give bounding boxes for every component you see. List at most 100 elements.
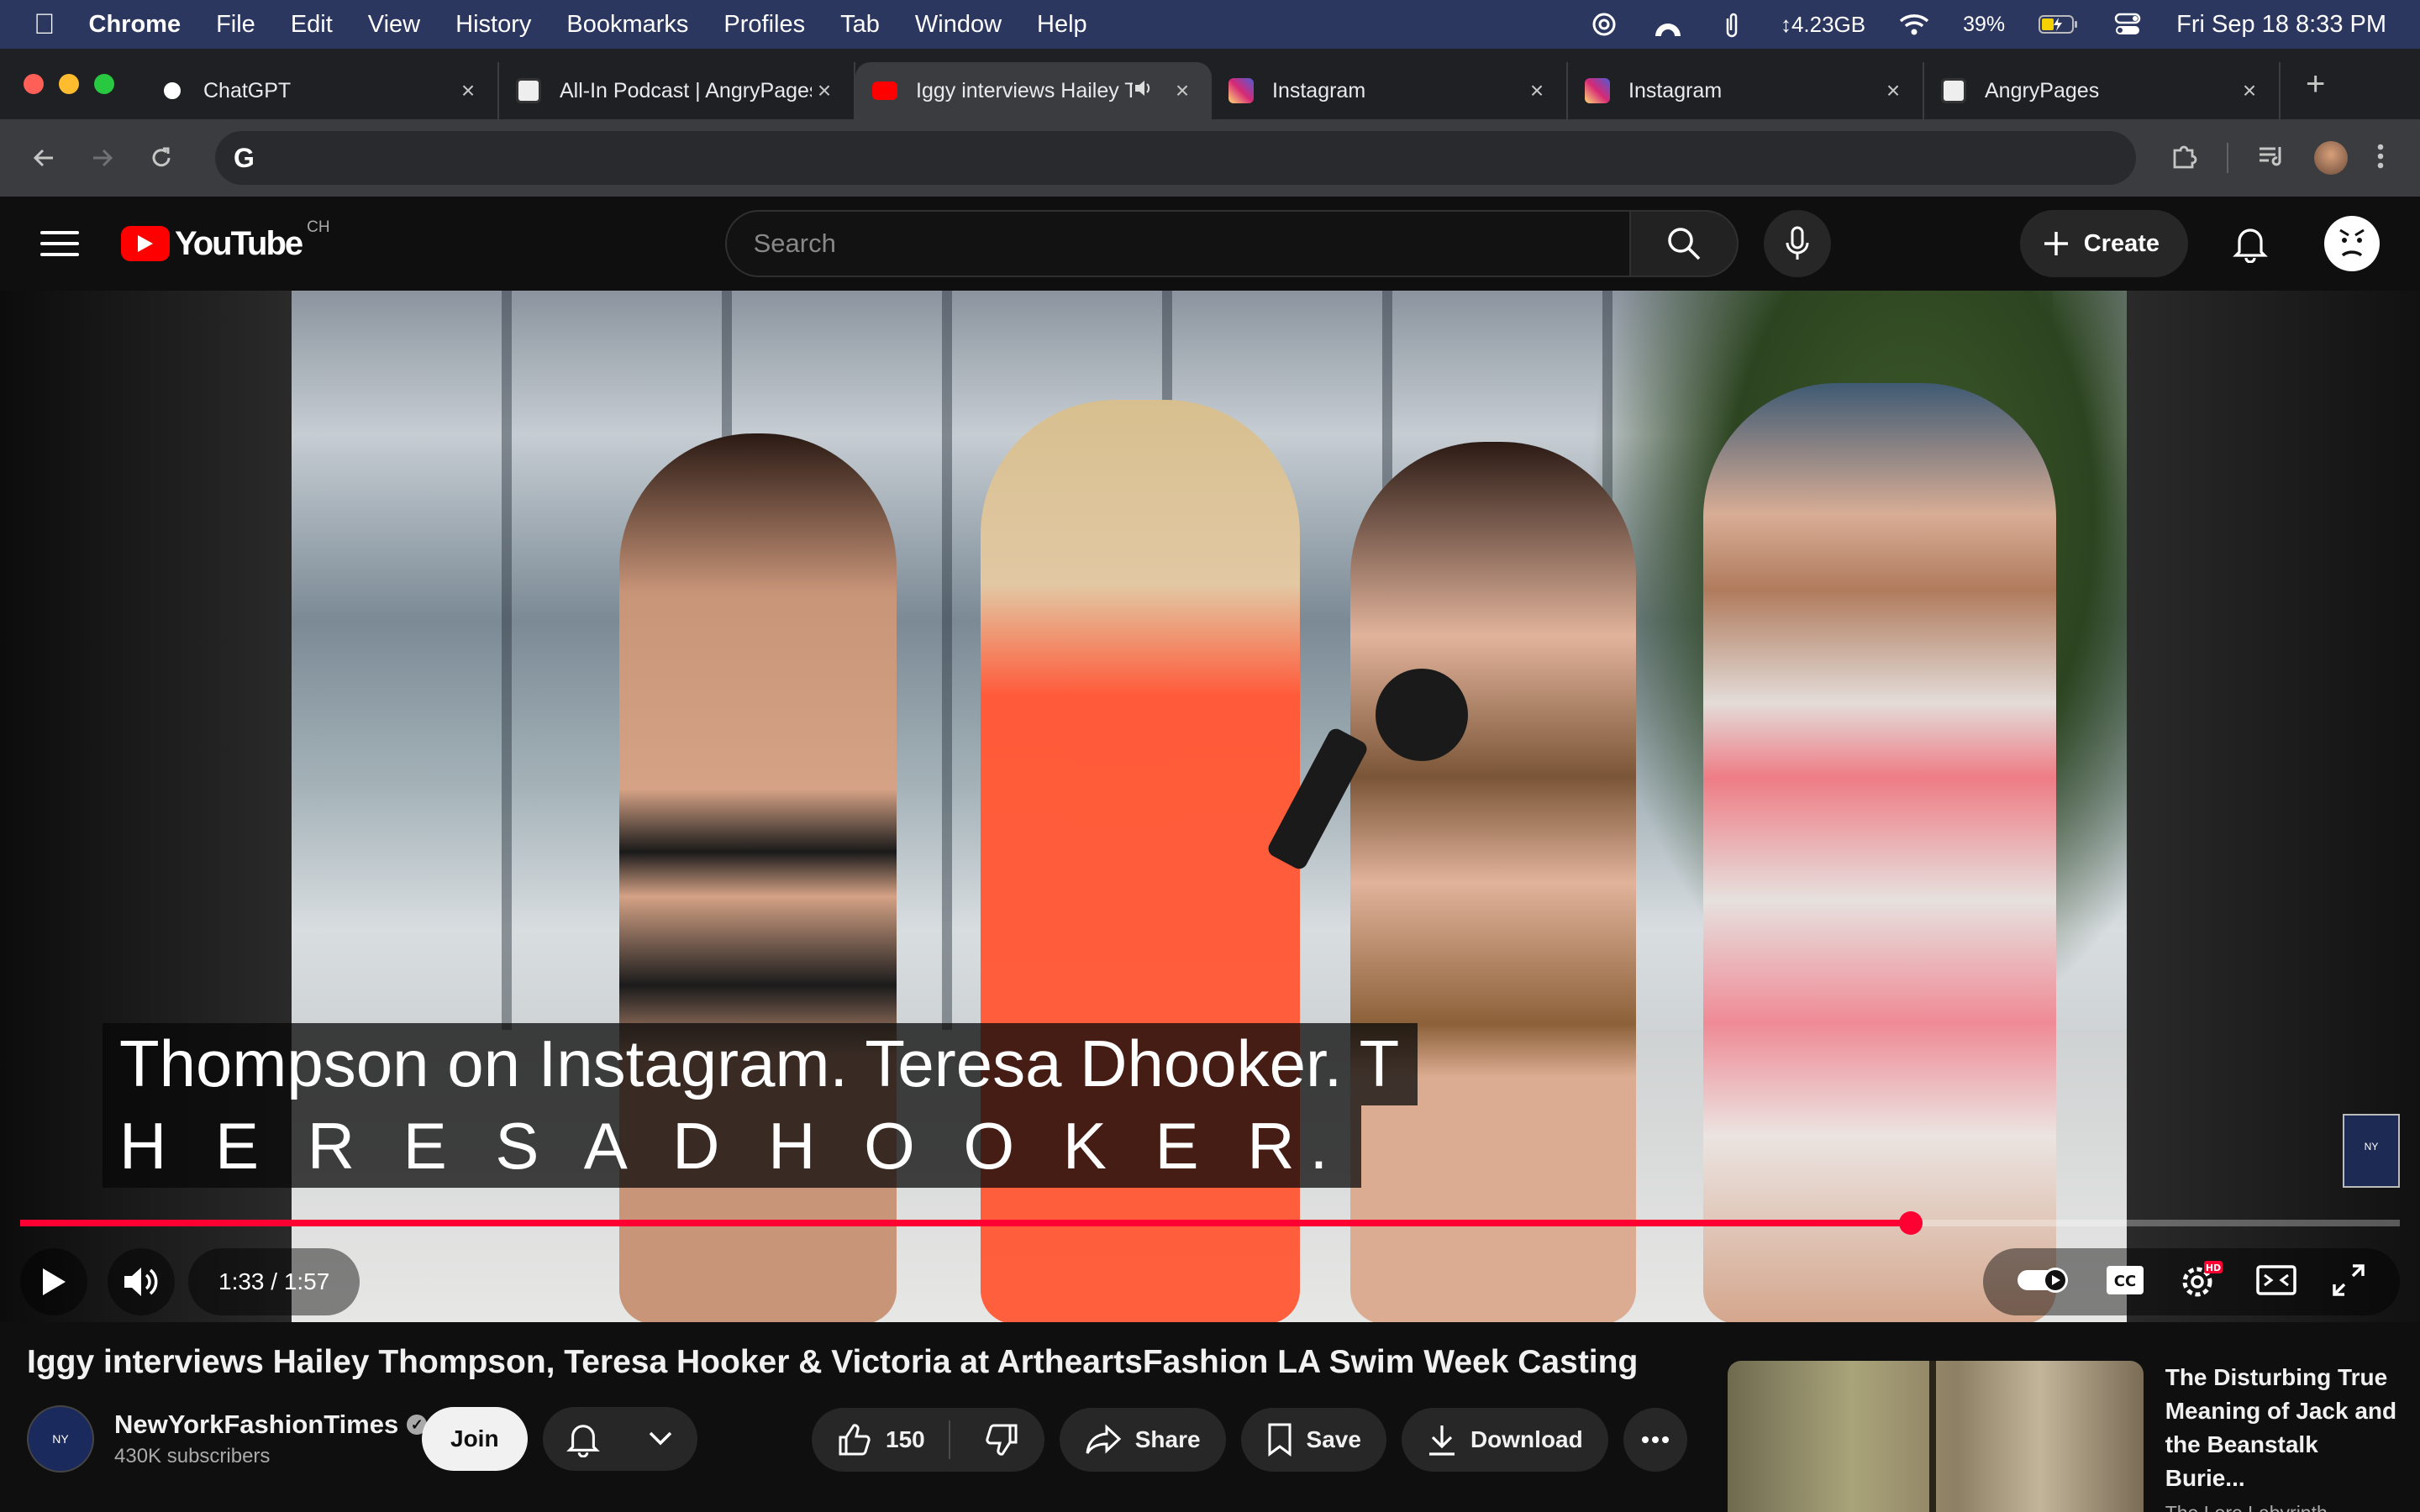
reload-icon[interactable] bbox=[139, 136, 183, 180]
menu-app-name[interactable]: Chrome bbox=[89, 11, 182, 39]
search-input[interactable] bbox=[753, 228, 1629, 259]
subscription-bell-button[interactable] bbox=[542, 1407, 697, 1471]
scrubber-handle[interactable] bbox=[1899, 1211, 1923, 1235]
arc-status-icon[interactable] bbox=[1653, 9, 1683, 39]
chrome-menu-kebab-icon[interactable] bbox=[2376, 143, 2385, 174]
tab-youtube-video[interactable]: Iggy interviews Hailey Thompson × bbox=[855, 62, 1212, 119]
back-arrow-icon[interactable] bbox=[22, 136, 66, 180]
time-display: 1:33 / 1:57 bbox=[188, 1248, 360, 1315]
new-tab-plus-icon[interactable]: + bbox=[2306, 66, 2325, 103]
control-center-icon[interactable] bbox=[2112, 9, 2143, 39]
angrypages-icon bbox=[1941, 78, 1966, 103]
instagram-icon bbox=[1228, 78, 1254, 103]
fullscreen-icon[interactable] bbox=[2331, 1263, 2366, 1302]
volume-icon bbox=[124, 1268, 158, 1296]
search-icon bbox=[1667, 228, 1700, 260]
menu-bookmarks[interactable]: Bookmarks bbox=[566, 11, 688, 39]
tab-angrypages[interactable]: AngryPages × bbox=[1924, 62, 2281, 119]
dislike-button[interactable] bbox=[964, 1422, 1044, 1457]
chatgpt-status-icon[interactable] bbox=[1589, 9, 1619, 39]
mute-button[interactable] bbox=[108, 1248, 175, 1315]
create-button[interactable]: Create bbox=[2019, 210, 2188, 277]
menu-help[interactable]: Help bbox=[1037, 11, 1087, 39]
close-tab-icon[interactable]: × bbox=[812, 77, 837, 104]
menu-history[interactable]: History bbox=[455, 11, 531, 39]
settings-gear-icon[interactable]: HD bbox=[2179, 1260, 2223, 1305]
close-tab-icon[interactable]: × bbox=[1881, 77, 1906, 104]
suggested-video-title[interactable]: The Disturbing True Meaning of Jack and … bbox=[2165, 1361, 2400, 1495]
minimize-window-button[interactable] bbox=[59, 74, 79, 94]
download-label: Download bbox=[1470, 1426, 1583, 1452]
menu-window[interactable]: Window bbox=[915, 11, 1002, 39]
video-microphone bbox=[1376, 669, 1468, 761]
video-player[interactable]: Thompson on Instagram. Teresa Dhooker. T… bbox=[0, 291, 2420, 1322]
tab-list: ChatGPT × All-In Podcast | AngryPages × … bbox=[143, 49, 2281, 119]
extensions-puzzle-icon[interactable] bbox=[2170, 142, 2198, 175]
notifications-button[interactable] bbox=[2225, 218, 2275, 269]
tab-all-in-podcast[interactable]: All-In Podcast | AngryPages × bbox=[499, 62, 855, 119]
channel-avatar[interactable]: NY bbox=[27, 1405, 94, 1473]
voice-search-button[interactable] bbox=[1763, 210, 1831, 277]
account-avatar[interactable] bbox=[2324, 216, 2380, 271]
zoom-window-button[interactable] bbox=[94, 74, 114, 94]
progress-played bbox=[20, 1220, 1912, 1226]
profile-avatar[interactable] bbox=[2314, 141, 2348, 175]
tab-instagram-2[interactable]: Instagram × bbox=[1568, 62, 1924, 119]
bookmark-icon bbox=[1268, 1423, 1292, 1457]
close-tab-icon[interactable]: × bbox=[1524, 77, 1549, 104]
tab-instagram-1[interactable]: Instagram × bbox=[1212, 62, 1568, 119]
more-actions-button[interactable] bbox=[1623, 1408, 1687, 1472]
like-button[interactable]: 150 bbox=[812, 1420, 950, 1459]
player-right-controls: CC HD bbox=[1983, 1248, 2400, 1315]
miniplayer-icon[interactable] bbox=[2256, 1263, 2297, 1301]
forward-arrow-icon[interactable] bbox=[81, 136, 124, 180]
search-bar bbox=[724, 210, 1831, 277]
tab-title: Instagram bbox=[1272, 78, 1366, 102]
close-tab-icon[interactable]: × bbox=[1170, 77, 1195, 104]
close-tab-icon[interactable]: × bbox=[2237, 77, 2262, 104]
autoplay-toggle-icon[interactable] bbox=[2017, 1266, 2070, 1299]
download-button[interactable]: Download bbox=[1401, 1408, 1608, 1472]
paperclip-icon[interactable] bbox=[1717, 9, 1747, 39]
subtitles-cc-icon[interactable]: CC bbox=[2105, 1264, 2145, 1300]
progress-bar[interactable] bbox=[20, 1211, 2400, 1235]
share-arrow-icon bbox=[1086, 1424, 1121, 1454]
memory-readout[interactable]: ↕4.23GB bbox=[1781, 12, 1865, 38]
join-button[interactable]: Join bbox=[422, 1407, 528, 1471]
tab-chatgpt[interactable]: ChatGPT × bbox=[143, 62, 499, 119]
address-bar[interactable]: G bbox=[215, 131, 2136, 185]
search-button[interactable] bbox=[1630, 210, 1739, 277]
close-window-button[interactable] bbox=[24, 74, 44, 94]
chrome-toolbar: G bbox=[0, 119, 2420, 197]
suggested-video-thumbnail[interactable] bbox=[1728, 1361, 2144, 1512]
menu-bar-clock[interactable]: Fri Sep 18 8:33 PM bbox=[2176, 11, 2386, 39]
share-button[interactable]: Share bbox=[1059, 1408, 1226, 1472]
play-button[interactable] bbox=[20, 1248, 87, 1315]
menu-edit[interactable]: Edit bbox=[291, 11, 333, 39]
guide-menu-icon[interactable] bbox=[40, 224, 79, 263]
media-controls-icon[interactable] bbox=[2257, 144, 2286, 173]
suggested-video-channel[interactable]: The Lore Labyrinth bbox=[2165, 1502, 2400, 1512]
svg-text:HD: HD bbox=[2206, 1263, 2221, 1273]
tab-title: All-In Podcast | AngryPages bbox=[560, 78, 812, 102]
menu-view[interactable]: View bbox=[368, 11, 420, 39]
like-count: 150 bbox=[886, 1426, 925, 1452]
youtube-logo[interactable]: YouTube CH bbox=[121, 218, 330, 263]
close-tab-icon[interactable]: × bbox=[455, 77, 481, 104]
suggested-video-info: The Disturbing True Meaning of Jack and … bbox=[2165, 1361, 2400, 1512]
wifi-icon[interactable] bbox=[1899, 9, 1929, 39]
menu-tab[interactable]: Tab bbox=[840, 11, 880, 39]
apple-menu-icon[interactable]:  bbox=[34, 8, 55, 41]
youtube-play-logo-icon bbox=[121, 226, 170, 261]
menu-profiles[interactable]: Profiles bbox=[723, 11, 805, 39]
channel-name[interactable]: NewYorkFashionTimes bbox=[114, 1410, 398, 1440]
speaker-icon[interactable] bbox=[1133, 77, 1155, 105]
address-input[interactable] bbox=[267, 144, 2136, 171]
channel-watermark[interactable]: NY bbox=[2343, 1114, 2400, 1188]
channel-name-row[interactable]: NewYorkFashionTimes ✓ bbox=[114, 1410, 450, 1440]
suggested-video[interactable]: The Disturbing True Meaning of Jack and … bbox=[1728, 1361, 2400, 1512]
save-button[interactable]: Save bbox=[1240, 1408, 1386, 1472]
menu-file[interactable]: File bbox=[216, 11, 255, 39]
download-icon bbox=[1428, 1425, 1455, 1456]
battery-icon[interactable] bbox=[2039, 9, 2079, 39]
